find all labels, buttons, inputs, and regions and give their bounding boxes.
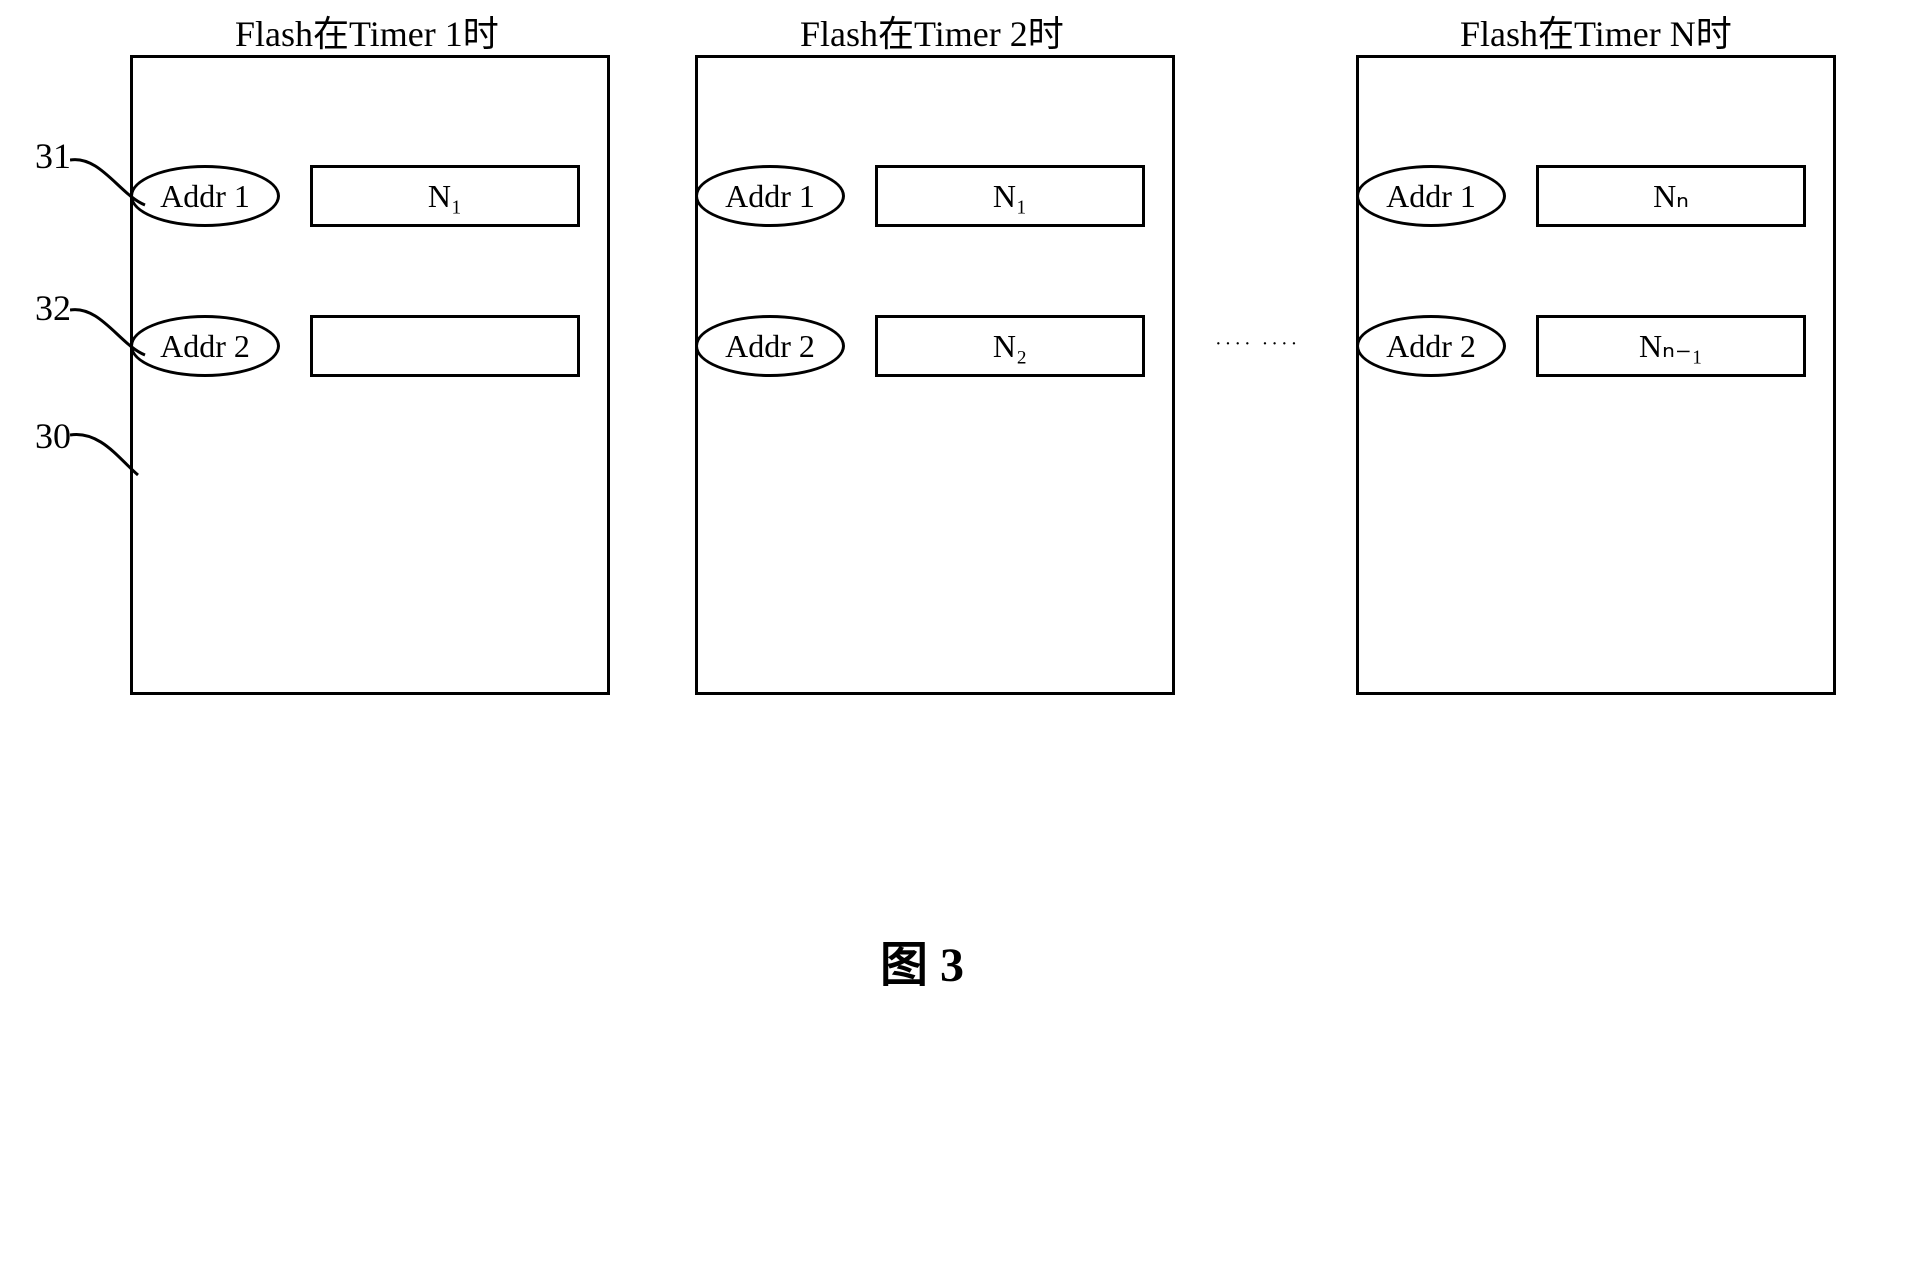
panel1-title: Flash在Timer 1时 xyxy=(235,5,499,57)
panel2-addr2-ellipse: Addr 2 xyxy=(695,315,845,377)
panelN-title: Flash在Timer N时 xyxy=(1460,5,1732,57)
panel2-addr1-value-box: N₁ xyxy=(875,165,1145,227)
panel2-addr1-value: N₁ xyxy=(993,178,1027,215)
panel1-addr1-ellipse: Addr 1 xyxy=(130,165,280,227)
callout-31-label: 31 xyxy=(35,135,71,177)
diagram-container: Flash在Timer 1时 Addr 1 N₁ Addr 2 Flash在Ti… xyxy=(0,0,1927,1276)
panelN-addr2-value: Nₙ₋₁ xyxy=(1639,327,1703,365)
panel1-addr1-value: N₁ xyxy=(428,178,462,215)
panel1-addr2-label: Addr 2 xyxy=(160,328,250,365)
panel1-addr2-value-box xyxy=(310,315,580,377)
panelN-addr1-value: Nₙ xyxy=(1653,177,1689,215)
figure-label: 图 3 xyxy=(880,925,964,995)
panel2-addr2-value: N₂ xyxy=(993,328,1027,365)
callout-32-line xyxy=(70,305,150,365)
panel2-addr2-value-box: N₂ xyxy=(875,315,1145,377)
panel2-addr1-ellipse: Addr 1 xyxy=(695,165,845,227)
callout-31-line xyxy=(70,155,150,215)
panelN-addr2-label: Addr 2 xyxy=(1386,328,1476,365)
panel2-title: Flash在Timer 2时 xyxy=(800,5,1064,57)
panelN-addr2-value-box: Nₙ₋₁ xyxy=(1536,315,1806,377)
panelN-addr1-ellipse: Addr 1 xyxy=(1356,165,1506,227)
panel1-addr1-label: Addr 1 xyxy=(160,178,250,215)
callout-30-label: 30 xyxy=(35,415,71,457)
panelN-addr1-value-box: Nₙ xyxy=(1536,165,1806,227)
callout-30-line xyxy=(70,430,150,490)
panel1-addr2-ellipse: Addr 2 xyxy=(130,315,280,377)
panel1-addr1-value-box: N₁ xyxy=(310,165,580,227)
callout-32-label: 32 xyxy=(35,287,71,329)
panel2-addr1-label: Addr 1 xyxy=(725,178,815,215)
panelN-addr2-ellipse: Addr 2 xyxy=(1356,315,1506,377)
panel2-addr2-label: Addr 2 xyxy=(725,328,815,365)
panelN-addr1-label: Addr 1 xyxy=(1386,178,1476,215)
ellipsis: ···· ···· xyxy=(1215,333,1300,356)
